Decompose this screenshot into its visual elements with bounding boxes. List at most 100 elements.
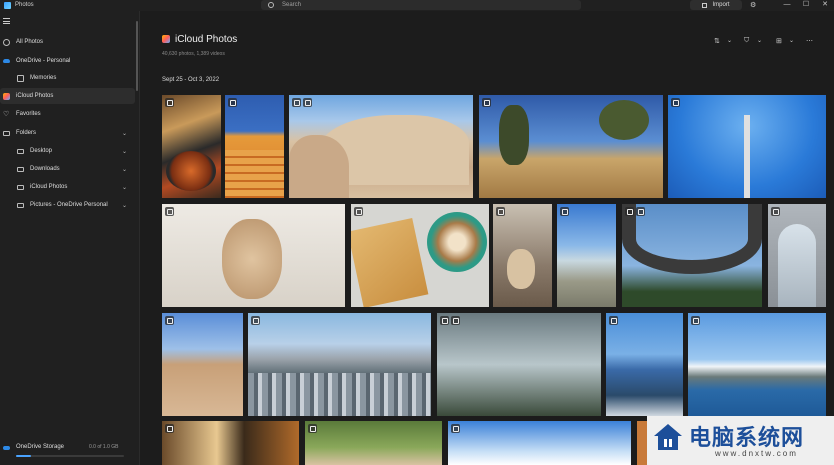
title-bar: Photos Search Import ⚙ — ☐ ✕ <box>0 0 834 11</box>
import-button[interactable]: Import <box>690 0 742 10</box>
minimize-button[interactable]: — <box>778 0 796 10</box>
app-title: Photos <box>15 2 34 8</box>
watermark-title: 电脑系统网 <box>689 426 805 451</box>
sidebar-item-label: OneDrive - Personal <box>16 58 71 64</box>
chevron-down-icon[interactable]: ⌄ <box>122 130 127 137</box>
photo-swing-ride[interactable] <box>668 95 826 198</box>
sidebar-item-favorites[interactable]: ♡ Favorites <box>0 106 135 122</box>
chevron-down-icon[interactable]: ⌄ <box>122 184 127 191</box>
photo-coast-rocks[interactable] <box>606 313 683 416</box>
photo-type-icon <box>691 316 700 325</box>
photo-count: 40,630 photos, 1,389 videos <box>162 51 225 57</box>
star-icon: ♡ <box>3 110 10 118</box>
photo-coffee-pastry[interactable] <box>351 204 489 307</box>
chevron-down-icon[interactable]: ⌄ <box>122 148 127 155</box>
photo-orange-building[interactable] <box>225 95 284 198</box>
date-range-header: Sept 25 - Oct 3, 2022 <box>162 77 220 83</box>
folder-icon <box>17 202 24 208</box>
live-photo-icon <box>625 207 634 216</box>
photo-dog-grass[interactable] <box>305 421 442 465</box>
watermark-url: www.dnxtw.com <box>715 449 798 458</box>
memories-icon <box>17 74 24 82</box>
photo-dog-on-chair[interactable] <box>162 204 345 307</box>
sidebar-item-icloud-folder[interactable]: iCloud Photos ⌄ <box>0 179 135 195</box>
settings-gear-icon[interactable]: ⚙ <box>750 1 756 9</box>
photo-type-icon <box>165 98 174 107</box>
photo-food-bowl[interactable] <box>162 95 221 198</box>
photos-app-icon <box>4 2 11 9</box>
photo-beach-path[interactable] <box>162 313 243 416</box>
photo-louvre-arch[interactable] <box>768 204 826 307</box>
sidebar-item-pictures-onedrive[interactable]: Pictures - OneDrive Personal ⌄ <box>0 197 135 213</box>
import-label: Import <box>712 2 730 8</box>
photos-icon <box>3 38 10 46</box>
photo-desert-rocks[interactable] <box>289 95 473 198</box>
chevron-down-icon[interactable]: ⌄ <box>789 37 794 44</box>
storage-amount: 0.0 of 1.0 GB <box>89 444 119 450</box>
photo-partial[interactable] <box>637 421 647 465</box>
photo-type-icon <box>228 98 237 107</box>
main-content: iCloud Photos 40,630 photos, 1,389 video… <box>140 11 834 465</box>
filter-icon[interactable]: ⛉ <box>744 37 749 45</box>
photo-seaside-town[interactable] <box>688 313 826 416</box>
sidebar-item-label: Folders <box>16 130 37 136</box>
sidebar-item-onedrive[interactable]: OneDrive - Personal <box>0 53 135 69</box>
photo-city-mountains[interactable] <box>248 313 431 416</box>
photo-type-icon <box>771 207 780 216</box>
icloud-icon <box>3 92 10 100</box>
photo-bikes-beach[interactable] <box>557 204 616 307</box>
photo-type-icon <box>451 316 460 325</box>
sidebar-item-all-photos[interactable]: All Photos <box>0 34 135 50</box>
hamburger-menu-icon[interactable] <box>3 18 10 24</box>
photo-type-icon <box>609 316 618 325</box>
maximize-button[interactable]: ☐ <box>797 0 815 10</box>
import-icon <box>702 2 708 8</box>
onedrive-storage[interactable]: OneDrive Storage 0.0 of 1.0 GB <box>0 441 140 465</box>
photo-type-icon <box>671 98 680 107</box>
view-options-icon[interactable]: ⊞ <box>776 37 782 45</box>
folder-icon <box>17 166 24 172</box>
sidebar-item-label: Memories <box>30 75 57 81</box>
sidebar-item-memories[interactable]: Memories <box>0 70 135 86</box>
sidebar: All Photos OneDrive - Personal Memories … <box>0 11 140 465</box>
sidebar-item-icloud-photos[interactable]: iCloud Photos <box>0 88 135 104</box>
photo-type-icon <box>451 424 460 433</box>
close-button[interactable]: ✕ <box>816 0 834 10</box>
chevron-down-icon[interactable]: ⌄ <box>122 202 127 209</box>
sidebar-scrollbar[interactable] <box>136 21 138 91</box>
search-box[interactable]: Search <box>261 0 581 10</box>
photo-eiffel-tower[interactable] <box>622 204 762 307</box>
photo-type-icon <box>165 316 174 325</box>
photo-type-icon <box>496 207 505 216</box>
photo-joshua-tree[interactable] <box>479 95 663 198</box>
chevron-down-icon[interactable]: ⌄ <box>122 166 127 173</box>
photo-sky-clouds[interactable] <box>448 421 631 465</box>
page-title: iCloud Photos <box>175 34 238 45</box>
photo-type-icon <box>560 207 569 216</box>
sidebar-item-label: iCloud Photos <box>30 184 68 190</box>
photo-type-icon <box>165 207 174 216</box>
cloud-icon <box>3 59 10 63</box>
sidebar-item-desktop[interactable]: Desktop ⌄ <box>0 143 135 159</box>
cloud-icon <box>3 446 10 450</box>
storage-bar <box>16 455 124 457</box>
search-icon <box>268 2 274 8</box>
sidebar-item-label: Downloads <box>30 166 60 172</box>
photo-dog-street[interactable] <box>493 204 552 307</box>
chevron-down-icon[interactable]: ⌄ <box>727 37 732 44</box>
sidebar-item-label: Desktop <box>30 148 53 154</box>
house-logo-icon <box>654 424 682 450</box>
storage-label: OneDrive Storage <box>16 444 65 450</box>
photo-type-icon <box>251 316 260 325</box>
sort-icon[interactable]: ⇅ <box>714 37 720 45</box>
photo-noodle-bowl[interactable] <box>162 421 299 465</box>
sidebar-item-label: Favorites <box>16 111 41 117</box>
chevron-down-icon[interactable]: ⌄ <box>757 37 762 44</box>
icloud-icon <box>162 35 170 43</box>
sidebar-item-downloads[interactable]: Downloads ⌄ <box>0 161 135 177</box>
more-options-icon[interactable]: ⋯ <box>806 37 813 45</box>
sidebar-item-folders[interactable]: Folders ⌄ <box>0 125 135 141</box>
photo-type-icon <box>308 424 317 433</box>
photo-forest-sunbeams[interactable] <box>437 313 601 416</box>
folder-icon <box>17 148 24 154</box>
